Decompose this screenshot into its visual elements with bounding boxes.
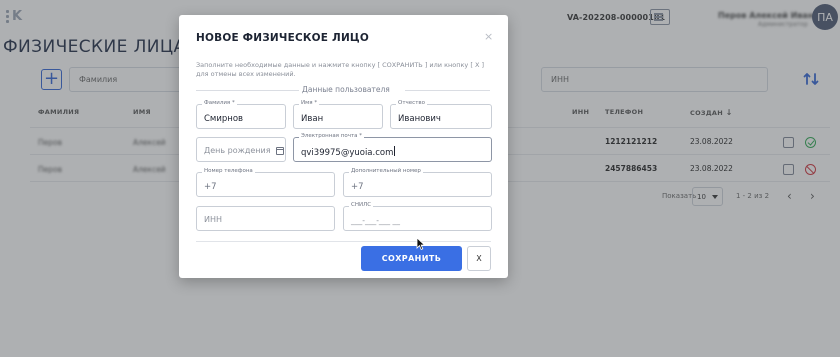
surname-value: Смирнов [204,114,244,124]
dialog-title: НОВОЕ ФИЗИЧЕСКОЕ ЛИЦО [196,32,369,44]
save-button[interactable]: СОХРАНИТЬ [361,246,462,271]
patronymic-label: Отчество [396,100,428,106]
text-cursor [394,146,396,156]
snils-label: СНИЛС [349,202,374,208]
inn-field[interactable]: ИНН [196,206,335,231]
name-value: Иван [301,114,324,124]
extra-phone-value: +7 [351,182,364,192]
patronymic-field[interactable]: Отчество Иванович [390,100,492,129]
extra-phone-label: Дополнительный номер [349,168,423,174]
new-person-dialog: НОВОЕ ФИЗИЧЕСКОЕ ЛИЦО × Заполните необхо… [179,15,508,278]
patronymic-value: Иванович [398,114,441,124]
dialog-divider [196,241,491,242]
inn-placeholder: ИНН [204,215,223,224]
user-data-section: Данные пользователя [196,85,490,95]
surname-label: Фамилия * [202,100,237,106]
phone-label: Номер телефона [202,168,255,174]
birthday-field[interactable]: День рождения [196,137,286,162]
email-text: qvi39975@yuoia.com [301,148,394,158]
snils-placeholder: ___-___-___ __ [351,216,401,225]
email-field[interactable]: Электронная почта * qvi39975@yuoia.com [293,133,492,162]
extra-phone-field[interactable]: Дополнительный номер +7 [343,168,492,197]
mouse-pointer-icon [416,237,426,251]
name-label: Имя * [299,100,320,106]
name-field[interactable]: Имя * Иван [293,100,383,129]
surname-field[interactable]: Фамилия * Смирнов [196,100,286,129]
calendar-icon[interactable] [276,147,284,155]
section-title: Данные пользователя [302,85,390,94]
phone-value: +7 [204,182,217,192]
close-icon[interactable]: × [484,30,493,43]
cancel-button[interactable]: X [467,246,491,271]
dialog-hint: Заполните необходимые данные и нажмите к… [196,61,484,78]
email-label: Электронная почта * [299,133,365,139]
snils-field[interactable]: СНИЛС ___-___-___ __ [343,202,492,231]
birthday-placeholder: День рождения [204,146,271,155]
phone-field[interactable]: Номер телефона +7 [196,168,335,197]
email-value: qvi39975@yuoia.com [301,146,396,158]
